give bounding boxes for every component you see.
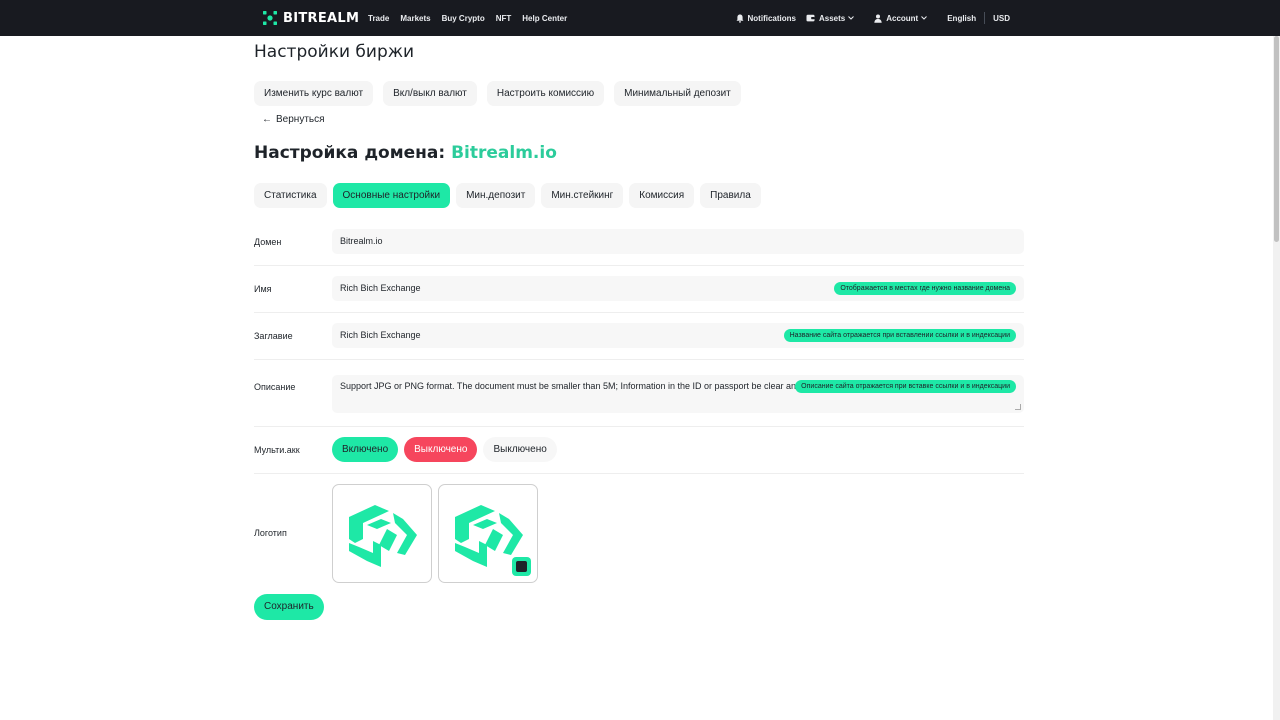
nav-help-center[interactable]: Help Center — [522, 14, 567, 23]
name-input[interactable]: Rich Bich Exchange Отображается в местах… — [332, 276, 1024, 301]
main-nav: Trade Markets Buy Crypto NFT Help Center — [368, 0, 578, 36]
name-row: Имя Rich Bich Exchange Отображается в ме… — [254, 266, 1024, 313]
edit-icon[interactable] — [512, 557, 531, 576]
title-label: Заглавие — [254, 331, 293, 341]
tab-configure-commission[interactable]: Настроить комиссию — [486, 81, 605, 106]
name-label: Имя — [254, 284, 272, 294]
domain-title: Настройка домена: Bitrealm.io — [254, 143, 557, 163]
tab-statistics[interactable]: Статистика — [254, 183, 327, 208]
brand-logo[interactable]: BITREALM — [262, 10, 359, 26]
domain-title-name: Bitrealm.io — [451, 143, 557, 163]
top-navigation-bar: BITREALM Trade Markets Buy Crypto NFT He… — [0, 0, 1280, 36]
assets-menu[interactable]: Assets — [806, 14, 858, 23]
multiacc-row: Мульти.акк Включено Выключено Выключено — [254, 427, 1024, 474]
tab-general-settings[interactable]: Основные настройки — [332, 183, 451, 208]
logo-label: Логотип — [254, 528, 287, 538]
domain-input[interactable]: Bitrealm.io — [332, 229, 1024, 254]
description-row: Описание Support JPG or PNG format. The … — [254, 360, 1024, 427]
title-value: Rich Bich Exchange — [340, 330, 421, 340]
tab-minimum-deposit[interactable]: Минимальный депозит — [614, 81, 741, 106]
cube-logo-icon — [349, 505, 417, 567]
back-label: Вернуться — [276, 114, 325, 125]
multiacc-toggle-group: Включено Выключено Выключено — [332, 437, 563, 462]
save-button[interactable]: Сохранить — [254, 594, 324, 620]
tab-min-staking[interactable]: Мин.стейкинг — [541, 183, 624, 208]
arrow-left-icon: ← — [262, 114, 272, 125]
account-label: Account — [886, 13, 919, 23]
logo-row: Логотип — [254, 474, 1024, 590]
description-label: Описание — [254, 382, 296, 392]
domain-settings-tabs: Статистика Основные настройки Мин.депози… — [254, 183, 767, 208]
domain-label: Домен — [254, 237, 282, 247]
brand-name: BITREALM — [283, 10, 360, 26]
multiacc-label: Мульти.акк — [254, 445, 300, 455]
edit-icon-glyph — [516, 561, 527, 572]
multiacc-enable-button[interactable]: Включено — [332, 437, 399, 462]
back-link[interactable]: ← Вернуться — [262, 114, 325, 125]
title-hint-badge: Название сайта отражается при вставлении… — [783, 329, 1016, 342]
notifications-link[interactable]: Notifications — [736, 14, 796, 23]
nav-trade[interactable]: Trade — [368, 14, 389, 23]
tab-toggle-currencies[interactable]: Вкл/выкл валют — [383, 81, 477, 106]
nav-buy-crypto[interactable]: Buy Crypto — [442, 14, 485, 23]
logo-upload-primary[interactable] — [332, 484, 432, 583]
notifications-label: Notifications — [747, 13, 796, 23]
domain-row: Домен Bitrealm.io — [254, 224, 1024, 266]
tab-change-rates[interactable]: Изменить курс валют — [254, 81, 374, 106]
nav-nft[interactable]: NFT — [496, 14, 512, 23]
page-title: Настройки биржи — [254, 42, 415, 62]
scrollbar-thumb[interactable] — [1274, 36, 1279, 242]
multiacc-disable-button[interactable]: Выключено — [404, 437, 478, 462]
wallet-icon — [806, 14, 815, 22]
name-hint-badge: Отображается в местах где нужно название… — [834, 282, 1016, 295]
currency-selector[interactable]: USD — [993, 14, 1010, 23]
title-row: Заглавие Rich Bich Exchange Название сай… — [254, 313, 1024, 360]
bitrealm-logo-icon — [262, 10, 278, 26]
logo-upload-secondary[interactable] — [438, 484, 538, 583]
domain-title-prefix: Настройка домена: — [254, 143, 452, 163]
description-textarea[interactable]: Support JPG or PNG format. The document … — [332, 375, 1024, 413]
resize-handle[interactable] — [1015, 404, 1021, 410]
description-hint-badge: Описание сайта отражается при вставке сс… — [795, 380, 1016, 393]
user-nav: Notifications Assets Account English USD — [736, 0, 1010, 36]
divider — [984, 12, 986, 24]
tab-rules[interactable]: Правила — [700, 183, 761, 208]
assets-label: Assets — [818, 13, 846, 23]
exchange-settings-tabs: Изменить курс валют Вкл/выкл валют Настр… — [254, 81, 751, 106]
account-menu[interactable]: Account — [874, 14, 931, 23]
name-value: Rich Bich Exchange — [340, 283, 421, 293]
language-selector[interactable]: English — [947, 14, 976, 23]
tab-commission[interactable]: Комиссия — [629, 183, 695, 208]
chevron-down-icon — [848, 16, 855, 20]
user-icon — [874, 14, 882, 23]
nav-markets[interactable]: Markets — [400, 14, 430, 23]
title-input[interactable]: Rich Bich Exchange Название сайта отража… — [332, 323, 1024, 348]
chevron-down-icon — [921, 16, 928, 20]
multiacc-status: Выключено — [483, 437, 557, 462]
tab-min-deposit[interactable]: Мин.депозит — [456, 183, 536, 208]
bell-icon — [736, 14, 744, 23]
